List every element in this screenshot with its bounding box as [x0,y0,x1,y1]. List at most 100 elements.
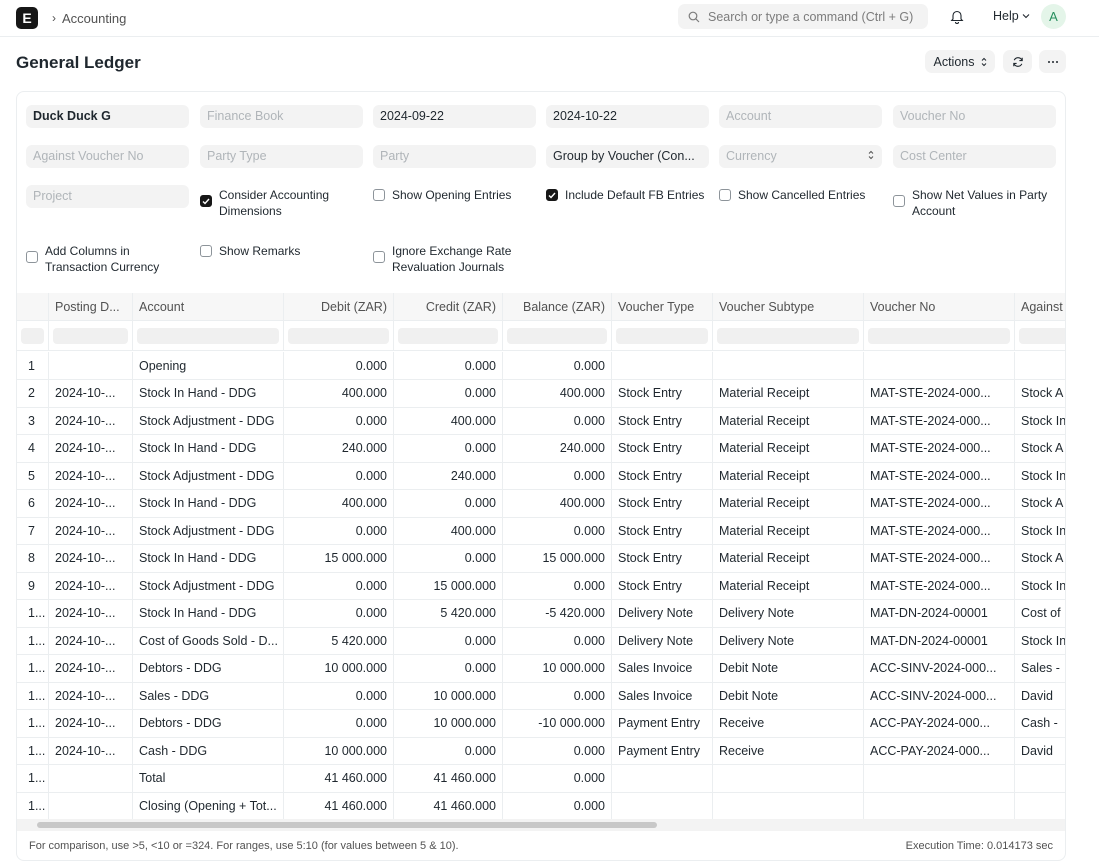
help-dropdown[interactable]: Help [993,9,1030,23]
include-fb-checkbox[interactable]: Include Default FB Entries [546,187,704,203]
table-row[interactable]: 1... Total 41 460.000 41 460.000 0.000 [17,764,1065,793]
project-field[interactable]: Project [26,185,189,208]
column-header[interactable]: Account [133,293,284,320]
cell-date [49,792,133,819]
cell-idx: 4 [17,434,49,462]
avatar[interactable]: A [1041,4,1066,29]
refresh-button[interactable] [1003,50,1032,73]
finance-book-field[interactable]: Finance Book [200,105,363,128]
column-header[interactable]: Voucher Type [612,293,713,320]
actions-button[interactable]: Actions [925,50,995,73]
net-values-checkbox[interactable]: Show Net Values in Party Account [893,187,1053,219]
table-row[interactable]: 1... 2024-10-... Stock In Hand - DDG 0.000 5… [17,599,1065,628]
cost-center-field[interactable]: Cost Center [893,145,1056,168]
column-header[interactable]: Balance (ZAR) [503,293,612,320]
column-filter-input[interactable] [137,327,279,344]
column-header[interactable]: Against [1015,293,1065,320]
table-row[interactable]: 6 2024-10-... Stock In Hand - DDG 400.000 0.… [17,489,1065,518]
more-options-button[interactable] [1039,50,1066,73]
cell-vno: MAT-STE-2024-000... [864,517,1015,544]
column-filter-input[interactable] [288,327,389,344]
cell-balance: 0.000 [503,352,612,379]
account-field[interactable]: Account [719,105,882,128]
cell-account: Stock In Hand - DDG [133,489,284,517]
table-row[interactable]: 1... 2024-10-... Debtors - DDG 0.000 10 000.… [17,709,1065,738]
table-row[interactable]: 7 2024-10-... Stock Adjustment - DDG 0.000 4… [17,517,1065,545]
column-filter-cell [612,321,713,350]
cell-vno: ACC-PAY-2024-000... [864,737,1015,764]
table-row[interactable]: 1... Closing (Opening + Tot... 41 460.000 4… [17,792,1065,820]
show-cancelled-checkbox[interactable]: Show Cancelled Entries [719,187,865,203]
table-row[interactable]: 1... 2024-10-... Cash - DDG 10 000.000 0.000… [17,737,1065,765]
breadcrumb-accounting[interactable]: Accounting [62,11,126,26]
currency-select[interactable]: Currency [719,145,882,168]
column-header[interactable]: Credit (ZAR) [394,293,503,320]
column-filter-input[interactable] [1019,327,1065,344]
cell-balance: 0.000 [503,407,612,434]
show-remarks-checkbox[interactable]: Show Remarks [200,243,300,259]
cell-balance: 400.000 [503,489,612,517]
cell-idx: 2 [17,379,49,407]
column-filter-input[interactable] [507,327,607,344]
company-field[interactable]: Duck Duck G [26,105,189,128]
column-filter-cell [49,321,133,350]
show-opening-checkbox[interactable]: Show Opening Entries [373,187,511,203]
cell-date: 2024-10-... [49,572,133,599]
cell-debit: 15 000.000 [284,544,394,572]
column-filter-input[interactable] [398,327,498,344]
cell-date: 2024-10-... [49,709,133,737]
chevron-down-icon [1022,14,1030,19]
add-columns-checkbox[interactable]: Add Columns in Transaction Currency [26,243,176,275]
table-row[interactable]: 5 2024-10-... Stock Adjustment - DDG 0.000 2… [17,462,1065,490]
column-filter-input[interactable] [717,327,859,344]
ignore-exchange-checkbox[interactable]: Ignore Exchange Rate Revaluation Journal… [373,243,518,275]
column-filter-input[interactable] [868,327,1010,344]
column-header[interactable]: Posting D... [49,293,133,320]
scrollbar-thumb[interactable] [37,822,657,828]
from-date-field[interactable]: 2024-09-22 [373,105,536,128]
to-date-field[interactable]: 2024-10-22 [546,105,709,128]
bell-icon[interactable] [950,9,964,24]
cell-against: Stock A [1015,545,1065,572]
cell-idx: 1... [17,709,49,737]
table-row[interactable]: 3 2024-10-... Stock Adjustment - DDG 0.000 4… [17,407,1065,435]
table-row[interactable]: 1... 2024-10-... Debtors - DDG 10 000.000 0.… [17,654,1065,683]
column-header[interactable]: Debit (ZAR) [284,293,394,320]
table-row[interactable]: 2 2024-10-... Stock In Hand - DDG 400.000 0.… [17,379,1065,408]
column-filter-input[interactable] [21,327,44,344]
horizontal-scrollbar[interactable] [17,819,1065,831]
column-filter-input[interactable] [53,327,128,344]
table-row[interactable]: 8 2024-10-... Stock In Hand - DDG 15 000.00… [17,544,1065,573]
app-logo[interactable]: E [16,7,38,29]
table-row[interactable]: 9 2024-10-... Stock Adjustment - DDG 0.000 1… [17,572,1065,600]
party-type-field[interactable]: Party Type [200,145,363,168]
chevron-right-icon: › [52,11,56,25]
against-voucher-no-field[interactable]: Against Voucher No [26,145,189,168]
column-filter-row [17,321,1065,351]
cell-vtype: Stock Entry [612,572,713,599]
help-label: Help [993,9,1019,23]
table-row[interactable]: 4 2024-10-... Stock In Hand - DDG 240.000 0.… [17,434,1065,463]
cell-vsub: Debit Note [713,682,864,709]
consider-dims-checkbox[interactable]: Consider Accounting Dimensions [200,187,360,219]
cell-vsub: Material Receipt [713,434,864,462]
cell-credit: 400.000 [394,517,503,544]
column-header[interactable]: Voucher Subtype [713,293,864,320]
search-bar[interactable]: Search or type a command (Ctrl + G) [678,4,928,29]
execution-time: Execution Time: 0.014173 sec [905,840,1053,852]
column-header[interactable]: Voucher No [864,293,1015,320]
cell-balance: 0.000 [503,462,612,489]
party-field[interactable]: Party [373,145,536,168]
cell-credit: 0.000 [394,544,503,572]
column-filter-input[interactable] [616,327,708,344]
cell-debit: 41 460.000 [284,764,394,792]
cell-balance: 0.000 [503,627,612,654]
search-placeholder: Search or type a command (Ctrl + G) [708,9,914,24]
voucher-no-field[interactable]: Voucher No [893,105,1056,128]
table-row[interactable]: 1... 2024-10-... Sales - DDG 0.000 10 000.00… [17,682,1065,710]
group-by-select[interactable]: Group by Voucher (Con... [546,145,709,168]
table-row[interactable]: 1... 2024-10-... Cost of Goods Sold - D...… [17,627,1065,655]
cell-vno [864,764,1015,792]
table-row[interactable]: 1 Opening 0.000 0.000 0.000 [17,352,1065,380]
checkbox-icon [373,251,385,263]
